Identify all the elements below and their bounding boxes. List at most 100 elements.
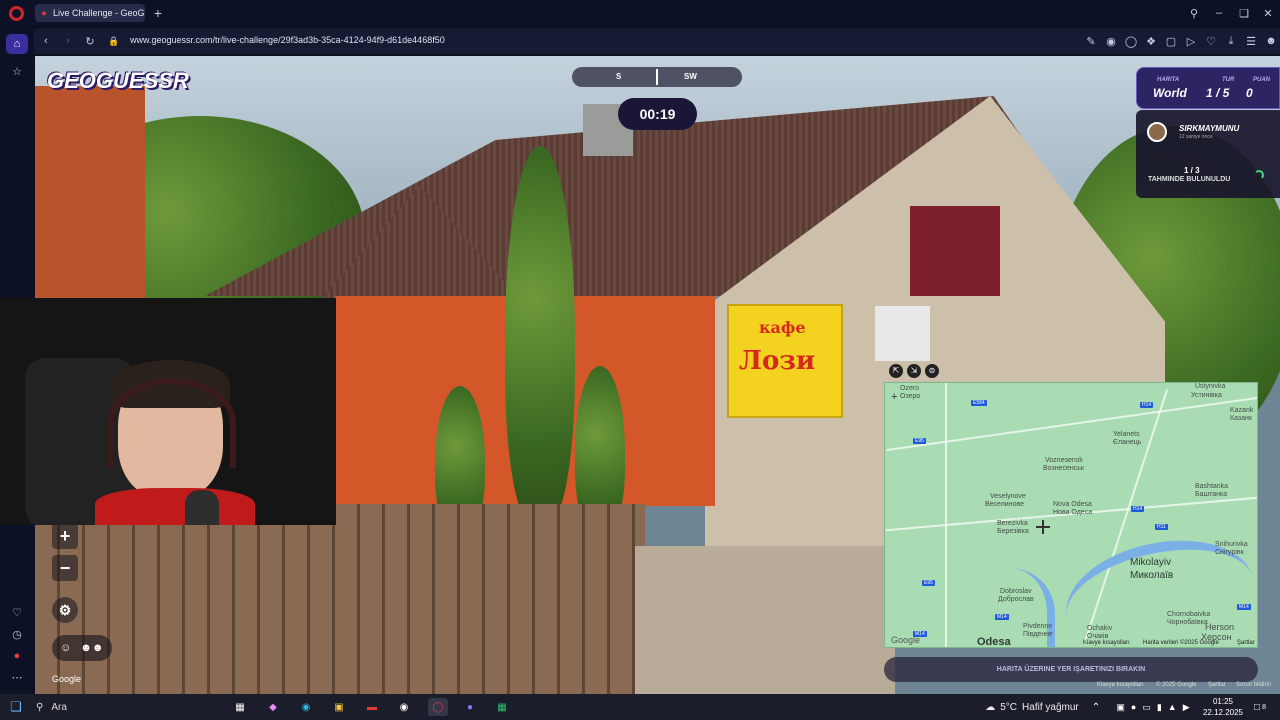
mic-icon: ● [1130,702,1137,712]
task-view-icon[interactable]: ▦ [232,698,248,716]
score-label: PUAN [1253,77,1271,83]
feed-player-name: SIRKMAYMUNU [1179,124,1240,133]
emoji-icon: ☻☻ [80,642,104,654]
map-pin-icon[interactable]: ⊜ [925,364,939,378]
menu-icon[interactable]: ☰ [1244,33,1258,49]
play-icon[interactable]: ▷ [1184,33,1198,49]
tray-icons[interactable]: ▣ ● ▭ ▮ ▲ ▶ [1106,698,1200,716]
footer-link[interactable]: Şartlar [1208,682,1226,688]
vpn-icon[interactable]: ● [8,647,26,665]
video-editor-icon[interactable]: ▬ [363,698,381,716]
tab-title: Live Challenge - GeoGuessr [53,8,145,18]
found-count: 1 / 3 [1184,166,1200,175]
cypress-tree [505,146,575,526]
clock-date: 22.12.2025 [1202,708,1244,717]
map-road [945,383,947,647]
zoom-in-button[interactable]: + [52,523,78,549]
extension-icon[interactable]: ❖ [1144,33,1158,49]
tray-app-icon: ▣ [1116,701,1125,712]
map-label: Баштанка [1195,491,1228,498]
map-label: Казанк [1230,415,1252,422]
address-bar: ‹ › ↻ 🔒 www.geoguessr.com/tr/live-challe… [34,28,1280,54]
sheets-icon[interactable]: ▦ [494,698,510,716]
profile-icon[interactable]: ☻ [1264,33,1278,49]
shield-icon[interactable]: ◯ [1124,33,1138,49]
search-icon: ⚲ [36,701,44,713]
google-watermark: Google [52,674,82,684]
guess-map[interactable]: Ozero Озеро Ustynivka Устинівка Kazank К… [884,382,1258,648]
star-icon[interactable]: ☆ [8,62,26,80]
weather-widget[interactable]: ☁ 5°C Hafif yağmur [982,698,1082,716]
round-value: 1 / 5 [1206,86,1230,100]
highway-badge: H14 [1140,402,1154,408]
discord-icon[interactable]: ● [462,698,478,716]
opera-logo-icon[interactable] [9,6,24,21]
new-tab-icon[interactable]: + [151,5,165,21]
close-icon[interactable]: ✕ [1260,5,1276,21]
zoom-out-button[interactable]: − [52,555,78,581]
map-attribution[interactable]: Şartlar [1237,640,1255,647]
map-expand-icon[interactable]: ⇱ [889,364,903,378]
highway-badge: H11 [1155,524,1168,530]
home-icon[interactable]: ⌂ [6,34,28,54]
loading-spinner-icon [1254,170,1264,180]
obs-icon[interactable]: ◉ [396,698,412,716]
browser-tab[interactable]: ● Live Challenge - GeoGuessr [35,4,145,22]
map-label: Снігурівк [1215,549,1244,556]
opera-icon[interactable]: ◯ [428,698,448,716]
map-label: Chornobaivka [1167,611,1211,618]
compass-southwest: SW [684,72,697,81]
map-label: Устинівка [1191,392,1222,399]
maximize-icon[interactable]: ❏ [1236,5,1252,21]
highway-badge: H14 [1131,506,1145,512]
heart-icon[interactable]: ♡ [1204,33,1218,49]
footer-link[interactable]: Sorun bildirin [1236,682,1271,688]
map-shrink-icon[interactable]: ⇲ [907,364,921,378]
map-label: Березівка [997,528,1029,535]
history-icon[interactable]: ◷ [8,625,26,643]
highway-badge: E584 [971,400,987,406]
place-guess-button[interactable]: HARITA ÜZERINE YER IŞARETINIZI BIRAKIN [884,657,1258,682]
notification-count: 8 [1262,703,1266,711]
more-icon[interactable]: ⋯ [8,668,26,686]
people-icon: ☺ [60,642,72,654]
search-icon[interactable]: ⚲ [1186,5,1202,21]
footer-link[interactable]: Klavye kısayolları [1097,682,1144,688]
map-zoom-in-icon[interactable]: + [891,391,897,403]
notification-icon[interactable]: □ 8 [1250,698,1270,716]
copilot-icon[interactable]: ◆ [265,698,281,716]
map-label: Herson [1205,622,1235,632]
minimize-icon[interactable]: – [1211,5,1227,21]
windows-start-icon[interactable]: ❏ [8,698,24,716]
map-label: Нова Одеса [1053,509,1093,516]
map-city-cyrillic: Миколаїв [1130,570,1174,581]
url-field[interactable]: www.geoguessr.com/tr/live-challenge/29f3… [130,35,445,45]
map-attribution: Harita verileri ©2025 Google [1143,640,1219,646]
map-label: Kazank [1230,407,1254,414]
compass-south: S [616,72,622,81]
back-icon[interactable]: ‹ [38,33,54,49]
clock[interactable]: 01:25 22.12.2025 [1200,696,1246,718]
weather-desc: Hafif yağmur [1022,701,1079,713]
reload-icon[interactable]: ↻ [82,33,98,49]
forward-icon[interactable]: › [60,33,76,49]
tray-chevron-icon[interactable]: ⌃ [1090,698,1102,716]
camera-icon[interactable]: ◉ [1104,33,1118,49]
settings-button[interactable]: ⚙ [52,597,78,623]
emote-bar[interactable]: ☺ ☻☻ [52,635,112,661]
download-icon[interactable]: ⤓ [1224,33,1238,49]
map-attribution[interactable]: Klavye kısayolları [1083,640,1130,647]
map-label: Veselynove [990,493,1026,500]
taskbar-search[interactable]: ⚲ Ara [36,698,166,716]
map-label: Вознесенськ [1043,465,1084,472]
file-explorer-icon[interactable]: ▣ [331,698,347,716]
sign-line2: Лози [739,346,816,376]
highway-badge: M14 [995,614,1009,620]
battery-icon: ▮ [1156,701,1162,712]
score-value: 0 [1246,86,1253,100]
geoguessr-logo[interactable]: GEOGUESSR [47,68,189,94]
edge-icon[interactable]: ◉ [298,698,314,716]
cube-icon[interactable]: ▢ [1164,33,1178,49]
heart-icon[interactable]: ♡ [8,603,26,621]
edit-icon[interactable]: ✎ [1084,33,1098,49]
